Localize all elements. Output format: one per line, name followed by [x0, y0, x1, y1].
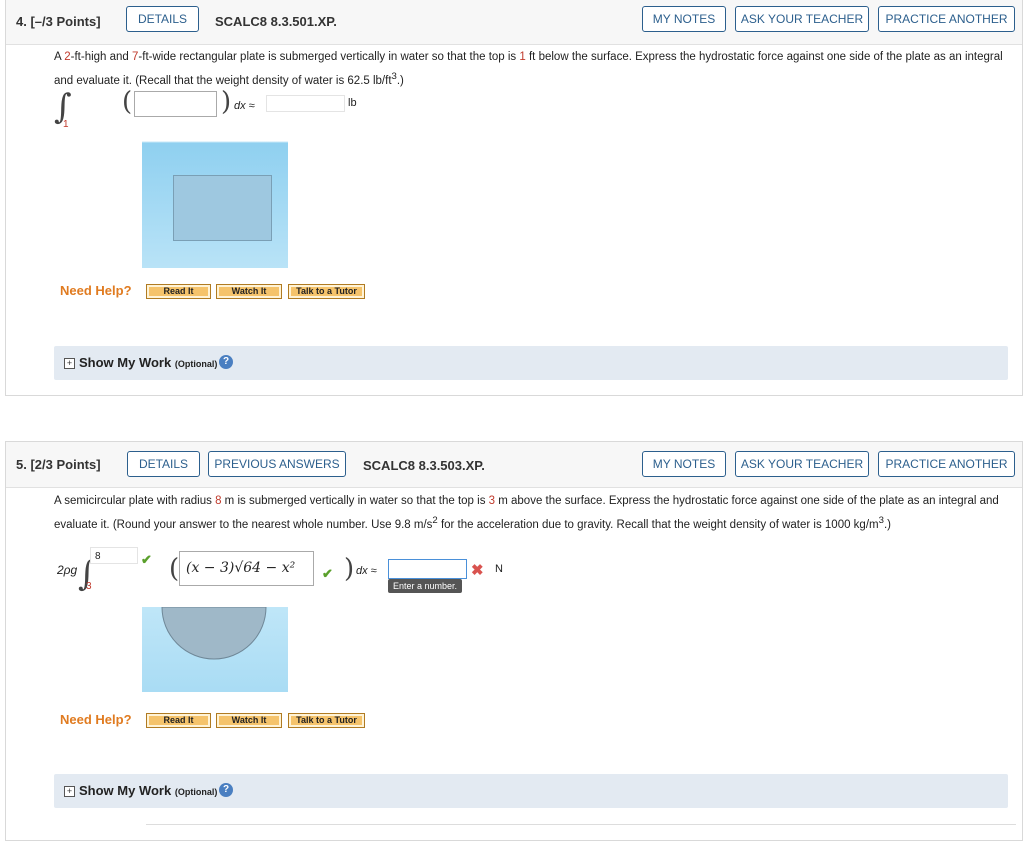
problem-code: SCALC8 8.3.501.XP. — [215, 14, 337, 29]
show-my-work-title: Show My Work (Optional) — [79, 355, 217, 370]
help-icon[interactable]: ? — [219, 355, 233, 369]
water-diagram — [142, 607, 288, 692]
dx-label: dx ≈ — [356, 565, 377, 577]
text-part: A — [54, 51, 65, 63]
question-5: 5. [2/3 Points] DETAILS PREVIOUS ANSWERS… — [5, 441, 1023, 841]
my-notes-button[interactable]: MY NOTES — [642, 451, 726, 477]
lower-limit: 3 — [86, 581, 92, 592]
water-diagram — [142, 141, 288, 268]
integrand-value: (x − 3)√64 − x² — [186, 560, 296, 576]
question-5-header: 5. [2/3 Points] DETAILS PREVIOUS ANSWERS… — [6, 442, 1022, 488]
question-number: 5. [2/3 Points] — [16, 457, 101, 472]
text-part: for the acceleration due to gravity. Rec… — [437, 518, 879, 531]
integrand-input[interactable]: (x − 3)√64 − x² — [179, 551, 314, 586]
need-help-label: Need Help? — [60, 712, 132, 727]
unit-label: N — [495, 563, 503, 575]
lower-limit: 1 — [63, 119, 69, 130]
show-my-work-label: Show My Work — [79, 355, 172, 370]
check-icon: ✔ — [322, 566, 333, 581]
submerged-plate — [173, 175, 272, 241]
optional-label: (Optional) — [174, 359, 218, 369]
watch-it-button[interactable]: Watch It — [216, 284, 282, 299]
close-paren: ) — [344, 554, 355, 584]
text-part: m is submerged vertically in water so th… — [221, 495, 489, 507]
read-it-button[interactable]: Read It — [146, 713, 211, 728]
upper-limit: 8 — [95, 551, 101, 562]
expand-icon[interactable]: + — [64, 786, 75, 797]
text-part: -ft-wide rectangular plate is submerged … — [138, 51, 520, 63]
problem-code: SCALC8 8.3.503.XP. — [363, 458, 485, 473]
text-part: .) — [883, 518, 891, 531]
incorrect-icon: ✖ — [471, 562, 484, 579]
practice-another-button[interactable]: PRACTICE ANOTHER — [878, 451, 1015, 477]
text-part: -ft-high and — [70, 51, 133, 63]
ask-teacher-button[interactable]: ASK YOUR TEACHER — [735, 451, 869, 477]
previous-answers-button[interactable]: PREVIOUS ANSWERS — [208, 451, 346, 477]
help-icon[interactable]: ? — [219, 783, 233, 797]
answer-input[interactable] — [266, 95, 345, 112]
practice-another-button[interactable]: PRACTICE ANOTHER — [878, 6, 1015, 32]
upper-limit-input[interactable]: 8 — [90, 547, 138, 564]
ask-teacher-button[interactable]: ASK YOUR TEACHER — [735, 6, 869, 32]
expand-icon[interactable]: + — [64, 358, 75, 369]
need-help-label: Need Help? — [60, 283, 132, 298]
show-my-work-panel[interactable]: + Show My Work (Optional) ? — [54, 346, 1008, 380]
question-4-header: 4. [–/3 Points] DETAILS SCALC8 8.3.501.X… — [6, 0, 1022, 45]
show-my-work-title: Show My Work (Optional) — [79, 783, 217, 798]
talk-to-tutor-button[interactable]: Talk to a Tutor — [288, 284, 365, 299]
question-number: 4. [–/3 Points] — [16, 14, 101, 29]
answer-input[interactable] — [388, 559, 467, 579]
coefficient: 2ρg — [57, 563, 78, 577]
talk-to-tutor-button[interactable]: Talk to a Tutor — [288, 713, 365, 728]
details-button[interactable]: DETAILS — [126, 6, 199, 32]
check-icon: ✔ — [141, 552, 152, 567]
show-my-work-label: Show My Work — [79, 783, 172, 798]
question-text: A semicircular plate with radius 8 m is … — [54, 491, 1014, 535]
text-part: A semicircular plate with radius — [54, 495, 216, 507]
close-paren: ) — [221, 87, 232, 117]
question-4: 4. [–/3 Points] DETAILS SCALC8 8.3.501.X… — [5, 0, 1023, 396]
text-part: .) — [396, 74, 404, 87]
input-tooltip: Enter a number. — [388, 579, 463, 593]
semicircle-plate — [161, 607, 267, 660]
open-paren: ( — [122, 87, 133, 117]
integrand-input[interactable] — [134, 91, 217, 117]
unit-label: lb — [348, 97, 357, 109]
open-paren: ( — [169, 554, 180, 584]
details-button[interactable]: DETAILS — [127, 451, 200, 477]
show-my-work-panel[interactable]: + Show My Work (Optional) ? — [54, 774, 1008, 808]
read-it-button[interactable]: Read It — [146, 284, 211, 299]
dx-label: dx ≈ — [234, 100, 255, 112]
divider — [146, 824, 1016, 825]
optional-label: (Optional) — [174, 787, 218, 797]
watch-it-button[interactable]: Watch It — [216, 713, 282, 728]
question-text: A 2-ft-high and 7-ft-wide rectangular pl… — [54, 47, 1014, 91]
my-notes-button[interactable]: MY NOTES — [642, 6, 726, 32]
